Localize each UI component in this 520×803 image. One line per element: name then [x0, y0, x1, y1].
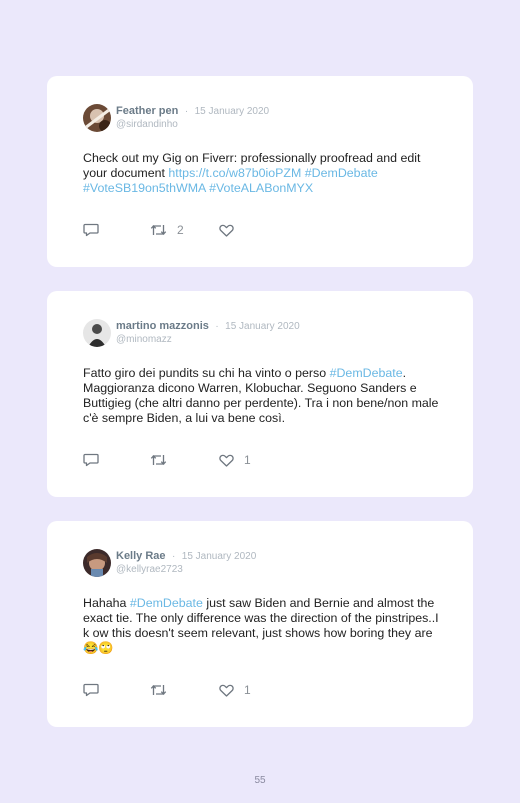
reply-button[interactable] — [83, 682, 109, 698]
separator-dot: · — [184, 106, 189, 117]
tweet-date[interactable]: 15 January 2020 — [225, 321, 300, 332]
tweet-date[interactable]: 15 January 2020 — [182, 551, 257, 562]
tweet-text-part: Hahaha — [83, 596, 130, 610]
avatar[interactable] — [83, 549, 111, 577]
speech-bubble-icon — [83, 683, 99, 697]
tweet-text: Fatto giro dei pundits su chi ha vinto o… — [83, 366, 443, 426]
separator-dot: · — [171, 551, 176, 562]
author-handle[interactable]: @sirdandinho — [116, 118, 269, 131]
heart-outline-icon — [219, 684, 234, 697]
tweet-header: Kelly Rae · 15 January 2020 @kellyrae272… — [83, 548, 256, 577]
retweet-arrows-icon — [150, 685, 167, 695]
author-name[interactable]: martino mazzonis — [116, 320, 209, 332]
tweet-card: Feather pen · 15 January 2020 @sirdandin… — [47, 76, 473, 267]
author-name[interactable]: Feather pen — [116, 105, 178, 117]
tweet-header: martino mazzonis · 15 January 2020 @mino… — [83, 318, 300, 347]
like-count: 1 — [244, 683, 251, 697]
avatar[interactable] — [83, 104, 111, 132]
reply-button[interactable] — [83, 222, 109, 238]
tweet-text-part: Fatto giro dei pundits su chi ha vinto o… — [83, 366, 330, 380]
tweet-text: Check out my Gig on Fiverr: professional… — [83, 151, 443, 196]
tweet-link[interactable]: https://t.co/w87b0ioPZM — [168, 166, 301, 180]
avatar[interactable] — [83, 319, 111, 347]
hashtag-link[interactable]: #VoteALABonMYX — [209, 181, 313, 195]
tweet-text: Hahaha #DemDebate just saw Biden and Ber… — [83, 596, 443, 656]
separator-dot: · — [215, 321, 219, 332]
hashtag-link[interactable]: #DemDebate — [130, 596, 203, 610]
page-number: 55 — [254, 775, 266, 786]
like-button[interactable] — [219, 222, 244, 238]
author-handle[interactable]: @minomazz — [116, 333, 300, 346]
retweet-arrows-icon — [150, 225, 167, 235]
like-button[interactable]: 1 — [219, 682, 251, 698]
like-count: 1 — [244, 453, 251, 467]
retweet-button[interactable] — [150, 682, 177, 698]
author-name[interactable]: Kelly Rae — [116, 550, 166, 562]
heart-outline-icon — [219, 224, 234, 237]
retweet-button[interactable]: 2 — [150, 222, 184, 238]
heart-outline-icon — [219, 454, 234, 467]
retweet-count: 2 — [177, 223, 184, 237]
speech-bubble-icon — [83, 453, 99, 467]
retweet-button[interactable] — [150, 452, 177, 468]
like-button[interactable]: 1 — [219, 452, 251, 468]
reply-button[interactable] — [83, 452, 109, 468]
hashtag-link[interactable]: #DemDebate — [305, 166, 378, 180]
tweet-card: martino mazzonis · 15 January 2020 @mino… — [47, 291, 473, 497]
tweet-date[interactable]: 15 January 2020 — [195, 106, 270, 117]
hashtag-link[interactable]: #VoteSB19on5thWMA — [83, 181, 206, 195]
retweet-arrows-icon — [150, 455, 167, 465]
tweet-card: Kelly Rae · 15 January 2020 @kellyrae272… — [47, 521, 473, 727]
author-handle[interactable]: @kellyrae2723 — [116, 563, 256, 576]
hashtag-link[interactable]: #DemDebate — [330, 366, 403, 380]
speech-bubble-icon — [83, 223, 99, 237]
tweet-header: Feather pen · 15 January 2020 @sirdandin… — [83, 103, 269, 132]
